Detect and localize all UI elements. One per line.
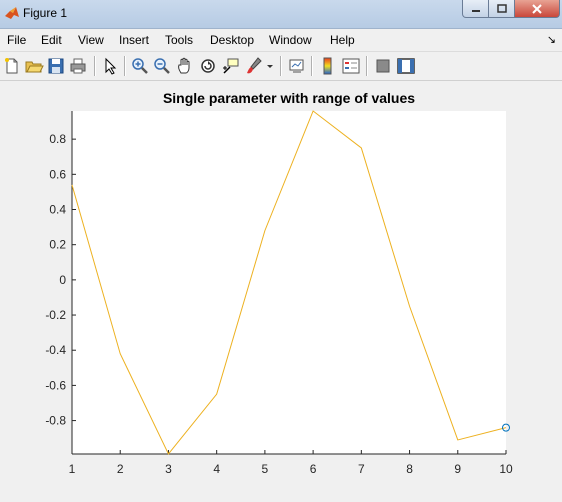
x-tick-label: 4 — [213, 462, 220, 476]
menu-insert[interactable]: Insert — [119, 33, 149, 47]
maximize-icon — [496, 3, 507, 13]
zoom-in-icon[interactable] — [130, 56, 150, 76]
minimize-icon — [471, 9, 480, 12]
menu-bar: File Edit View Insert Tools Desktop Wind… — [0, 29, 562, 52]
x-tick-label: 3 — [165, 462, 172, 476]
rotate-3d-icon[interactable] — [198, 56, 218, 76]
y-tick-label: 0.4 — [49, 203, 66, 217]
data-cursor-icon[interactable] — [221, 56, 241, 76]
toolbar-separator — [366, 56, 368, 76]
brush-icon[interactable] — [244, 56, 264, 76]
axes-background — [72, 111, 506, 454]
x-tick-label: 6 — [310, 462, 317, 476]
new-figure-icon[interactable] — [2, 56, 22, 76]
x-tick-label: 10 — [499, 462, 513, 476]
y-tick-label: 0.2 — [49, 238, 66, 252]
x-tick-label: 8 — [406, 462, 413, 476]
y-tick-label: -0.4 — [45, 343, 66, 357]
pan-icon[interactable] — [175, 56, 195, 76]
toolbar-separator — [311, 56, 313, 76]
menu-window[interactable]: Window — [269, 33, 312, 47]
edit-plot-icon[interactable] — [100, 56, 120, 76]
y-tick-label: -0.2 — [45, 308, 66, 322]
x-tick-label: 1 — [69, 462, 76, 476]
maximize-button[interactable] — [489, 0, 515, 18]
y-tick-label: 0 — [59, 273, 66, 287]
x-tick-label: 9 — [454, 462, 461, 476]
toolbar-separator — [94, 56, 96, 76]
x-tick-label: 7 — [358, 462, 365, 476]
y-tick-label: 0.8 — [49, 132, 66, 146]
toolbar-separator — [124, 56, 126, 76]
close-button[interactable] — [515, 0, 560, 18]
colorbar-icon[interactable] — [318, 56, 338, 76]
print-icon[interactable] — [68, 56, 88, 76]
x-tick-label: 5 — [262, 462, 269, 476]
save-icon[interactable] — [46, 56, 66, 76]
y-tick-label: -0.6 — [45, 378, 66, 392]
menu-tools[interactable]: Tools — [165, 33, 193, 47]
menu-view[interactable]: View — [78, 33, 104, 47]
hide-plot-tools-icon[interactable] — [373, 56, 393, 76]
dock-arrow-icon[interactable]: ↘ — [547, 33, 556, 46]
show-plot-tools-icon[interactable] — [396, 56, 416, 76]
figure-toolbar — [0, 52, 562, 81]
chart-title: Single parameter with range of values — [163, 90, 415, 106]
matlab-logo-icon — [5, 7, 19, 19]
close-icon — [532, 3, 542, 14]
open-file-icon[interactable] — [24, 56, 44, 76]
menu-file[interactable]: File — [7, 33, 26, 47]
menu-desktop[interactable]: Desktop — [210, 33, 254, 47]
toolbar-separator — [280, 56, 282, 76]
zoom-out-icon[interactable] — [152, 56, 172, 76]
window-title: Figure 1 — [23, 6, 68, 20]
line-chart[interactable]: Single parameter with range of values 1 2 3… — [0, 81, 562, 502]
menu-help[interactable]: Help — [330, 33, 355, 47]
window-titlebar[interactable]: Figure 1 — [0, 0, 562, 29]
minimize-button[interactable] — [462, 0, 489, 18]
menu-edit[interactable]: Edit — [41, 33, 62, 47]
x-tick-label: 2 — [117, 462, 124, 476]
link-plot-icon[interactable] — [287, 56, 307, 76]
y-tick-label: -0.8 — [45, 414, 66, 428]
brush-dropdown-icon[interactable] — [264, 56, 276, 76]
legend-icon[interactable] — [341, 56, 361, 76]
figure-canvas[interactable]: Single parameter with range of values 1 2 3… — [0, 81, 562, 502]
y-tick-label: 0.6 — [49, 167, 66, 181]
